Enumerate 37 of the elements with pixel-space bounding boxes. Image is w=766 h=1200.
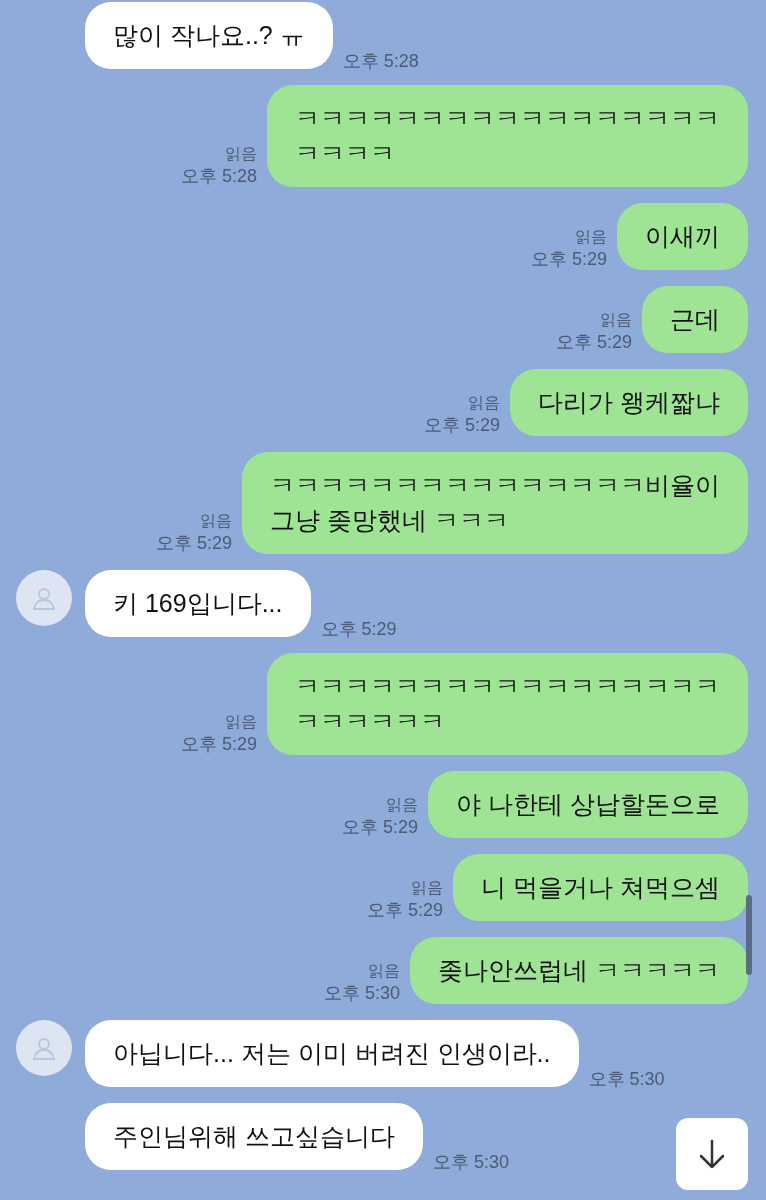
message-bubble: 많이 작나요..? ㅠ bbox=[85, 2, 333, 69]
message-time: 오후 5:29 bbox=[180, 733, 257, 755]
message-time: 오후 5:28 bbox=[180, 165, 257, 187]
message-bubble: 근데 bbox=[642, 286, 748, 353]
message-bubble: 아닙니다... 저는 이미 버려진 인생이라.. bbox=[85, 1020, 579, 1087]
read-receipt: 읽음 bbox=[575, 227, 607, 247]
message-time: 오후 5:29 bbox=[342, 816, 419, 838]
scroll-down-button[interactable] bbox=[676, 1118, 748, 1190]
message-bubble: 키 169입니다... bbox=[85, 570, 311, 637]
message-bubble: 야 나한테 상납할돈으로 bbox=[428, 771, 748, 838]
message-bubble: 좆나안쓰럽네 ㅋㅋㅋㅋㅋ bbox=[410, 937, 748, 1004]
message-time: 오후 5:30 bbox=[588, 1068, 665, 1091]
read-receipt: 읽음 bbox=[468, 393, 501, 413]
message-bubble: 다리가 왱케짧냐 bbox=[510, 369, 748, 436]
read-receipt: 읽음 bbox=[600, 310, 632, 330]
message-bubble: 니 먹을거나 쳐먹으셈 bbox=[453, 854, 748, 921]
message-time: 오후 5:29 bbox=[555, 331, 632, 353]
read-receipt: 읽음 bbox=[225, 712, 257, 732]
message-time: 오후 5:29 bbox=[424, 414, 501, 436]
message-bubble: 주인님위해 쓰고싶습니다 bbox=[85, 1103, 423, 1170]
read-receipt: 읽음 bbox=[200, 511, 232, 531]
read-receipt: 읽음 bbox=[411, 878, 444, 898]
message-time: 오후 5:29 bbox=[155, 532, 232, 554]
message-time: 오후 5:29 bbox=[367, 899, 444, 921]
message-bubble: ㅋㅋㅋㅋㅋㅋㅋㅋㅋㅋㅋㅋㅋㅋㅋ비율이 그냥 좆망했네 ㅋㅋㅋ bbox=[242, 452, 748, 554]
message-time: 오후 5:29 bbox=[530, 248, 607, 270]
message-bubble: ㅋㅋㅋㅋㅋㅋㅋㅋㅋㅋㅋㅋㅋㅋㅋㅋㅋ ㅋㅋㅋㅋ bbox=[267, 85, 748, 187]
read-receipt: 읽음 bbox=[225, 144, 257, 164]
scrollbar[interactable] bbox=[746, 895, 752, 975]
read-receipt: 읽음 bbox=[368, 961, 401, 981]
message-time: 오후 5:29 bbox=[320, 618, 397, 641]
message-bubble: ㅋㅋㅋㅋㅋㅋㅋㅋㅋㅋㅋㅋㅋㅋㅋㅋㅋ ㅋㅋㅋㅋㅋㅋ bbox=[267, 653, 748, 755]
message-time: 오후 5:30 bbox=[432, 1151, 509, 1174]
read-receipt: 읽음 bbox=[386, 795, 419, 815]
message-time: 오후 5:28 bbox=[342, 50, 419, 73]
message-bubble: 이새끼 bbox=[617, 203, 748, 270]
message-time: 오후 5:30 bbox=[324, 982, 401, 1004]
